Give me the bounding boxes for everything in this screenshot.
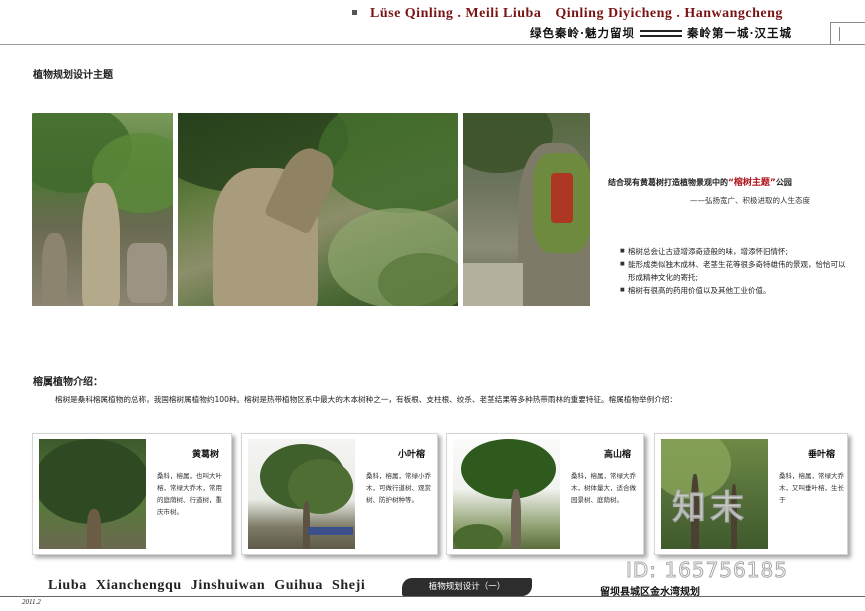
footer-english-title: Liuba Xianchengqu Jinshuiwan Guihua Sheji bbox=[48, 578, 365, 594]
plant-intro-title: 榕属植物介绍： bbox=[33, 377, 103, 388]
species-description: 桑科，榕属，常绿大乔木，树体量大，适合做园景树、庭荫树。 bbox=[571, 472, 636, 504]
species-description: 桑科，榕属，也叫大叶榕，常绿大乔木，常用的庭荫树、行道树，重庆市树。 bbox=[157, 472, 222, 516]
theme-suffix: 公园 bbox=[775, 178, 792, 187]
watermark-id: ID: 165756185 bbox=[626, 558, 788, 583]
species-card-xiaoye: 小叶榕 桑科，榕属，常绿小乔木，可做行道树、观赏树、防护树种等。 bbox=[241, 433, 438, 555]
footer-word-2: Xianchengqu bbox=[95, 578, 182, 593]
footer-page-tag: 植物规划设计（一） bbox=[402, 578, 532, 596]
theme-prefix: 结合现有黄葛树打造植物景观中的 bbox=[608, 178, 728, 187]
footer-word-5: Sheji bbox=[332, 578, 366, 593]
header-divider bbox=[0, 44, 865, 45]
species-photo bbox=[39, 439, 146, 549]
header-title-part1: Lüse Qinling . Meili Liuba bbox=[370, 6, 542, 21]
theme-bullet-list: 榕树总会让古迹增添奇迹般的味，增添怀旧情怀; 能形成类似独木成林、老茎生花等很多… bbox=[620, 245, 852, 297]
species-card-huangge: 黄葛树 桑科，榕属，也叫大叶榕，常绿大乔木，常用的庭荫树、行道树，重庆市树。 bbox=[32, 433, 232, 555]
species-description: 桑科，榕属，常绿大乔木，又叫垂叶榕，生长于 bbox=[779, 472, 844, 504]
species-name: 小叶榕 bbox=[397, 450, 425, 460]
species-name: 黄葛树 bbox=[191, 450, 219, 460]
footer-word-3: Jinshuiwan bbox=[190, 578, 266, 593]
header-cn-left: 绿色秦岭·魅力留坝 bbox=[530, 26, 636, 40]
header-corner-frame bbox=[830, 22, 865, 45]
theme-statement: 结合现有黄葛树打造植物景观中的“榕树主题”公园 bbox=[608, 175, 792, 188]
footer-word-1: Liuba bbox=[48, 578, 87, 593]
footer-date: 2011.2 bbox=[22, 598, 41, 606]
species-name: 高山榕 bbox=[603, 450, 631, 460]
species-card-gaoshan: 高山榕 桑科，榕属，常绿大乔木，树体量大，适合做园景树、庭荫树。 bbox=[446, 433, 644, 555]
banyan-photo-2 bbox=[178, 113, 458, 306]
red-carving-mark bbox=[551, 173, 573, 223]
theme-slogan: ——弘扬宽广、积极进取的人生态度 bbox=[690, 196, 810, 205]
banyan-photo-3 bbox=[463, 113, 590, 306]
page-section-title: 植物规划设计主题 bbox=[33, 70, 113, 81]
header-bullet-mark bbox=[352, 10, 357, 15]
header-title-part2: Qinling Diyicheng . Hanwangcheng bbox=[555, 6, 783, 21]
footer-word-4: Guihua bbox=[274, 578, 324, 593]
header-cn-right: 秦岭第一城·汉王城 bbox=[687, 26, 793, 40]
footer-divider bbox=[0, 596, 865, 597]
theme-bullet-1: 榕树总会让古迹增添奇迹般的味，增添怀旧情怀; bbox=[620, 245, 852, 258]
species-photo bbox=[248, 439, 355, 549]
watermark-logo: 知末 bbox=[672, 488, 748, 529]
theme-highlight: “榕树主题” bbox=[728, 178, 776, 188]
header-english-title: Lüse Qinling . Meili Liuba Qinling Diyich… bbox=[370, 6, 783, 22]
theme-bullet-3: 榕树有很高的药用价值以及其他工业价值。 bbox=[620, 284, 852, 297]
species-photo bbox=[453, 439, 560, 549]
plant-intro-paragraph: 榕树是桑科榕属植物的总称，我国榕树属植物约100种。榕树是热带植物区系中最大的木… bbox=[55, 395, 677, 404]
species-name: 垂叶榕 bbox=[807, 450, 835, 460]
header-chinese-title: 绿色秦岭·魅力留坝 秦岭第一城·汉王城 bbox=[530, 24, 792, 42]
header-double-rule bbox=[640, 29, 683, 37]
species-description: 桑科，榕属，常绿小乔木，可做行道树、观赏树、防护树种等。 bbox=[366, 472, 431, 504]
banyan-photo-1 bbox=[32, 113, 173, 306]
theme-bullet-2: 能形成类似独木成林、老茎生花等很多奇特雄伟的景观，恰恰可以形成精神文化的寄托; bbox=[620, 258, 852, 284]
